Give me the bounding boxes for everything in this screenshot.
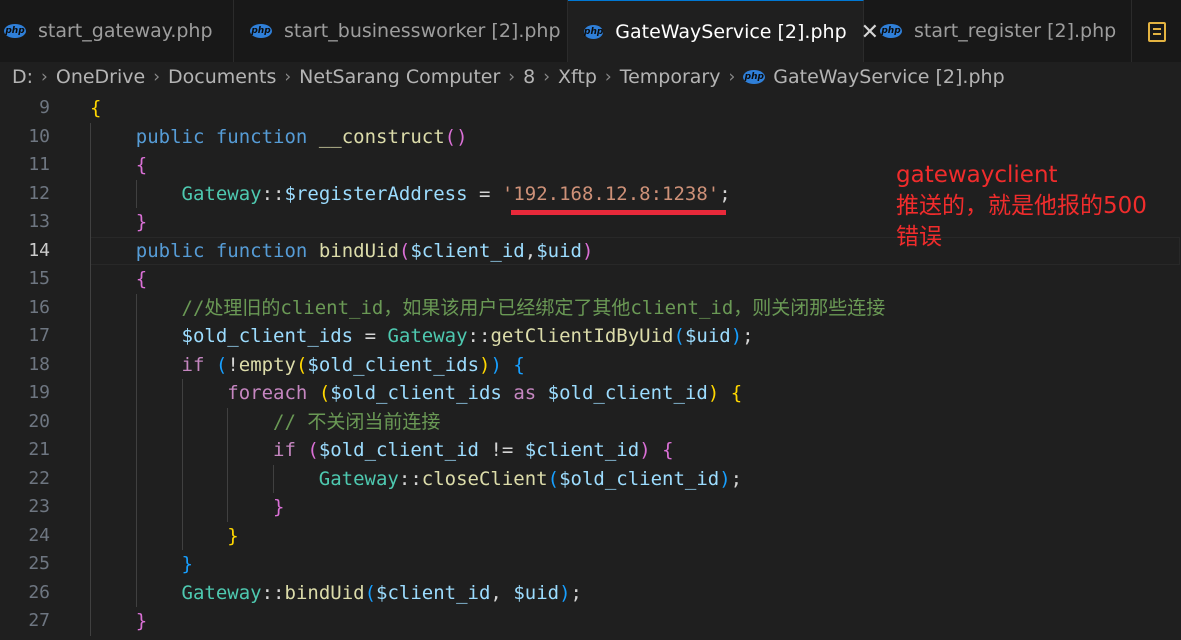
code-text: } <box>181 553 193 575</box>
line-number: 27 <box>28 610 50 631</box>
code-text: { <box>90 97 102 119</box>
code-text: $old_client_ids = Gateway::getClientIdBy… <box>181 325 754 347</box>
code-line[interactable]: 16 //处理旧的client_id，如果该用户已经绑定了其他client_id… <box>0 294 1181 322</box>
breadcrumb-item-onedrive[interactable]: OneDrive <box>56 66 145 88</box>
line-number: 17 <box>28 325 50 346</box>
code-text: if (!empty($old_client_ids)) { <box>181 353 525 376</box>
code-line[interactable]: 17 $old_client_ids = Gateway::getClientI… <box>0 322 1181 350</box>
breadcrumb-item-xftp[interactable]: Xftp <box>558 66 597 88</box>
tab-gatewayservice[interactable]: php GateWayService [2].php ✕ <box>568 0 879 63</box>
breadcrumb-item-file[interactable]: GateWayService [2].php <box>773 66 1004 88</box>
indent-guide <box>273 464 275 493</box>
tab-label: GateWayService [2].php <box>615 21 847 43</box>
code-line[interactable]: 20 // 不关闭当前连接 <box>0 408 1181 436</box>
line-number: 18 <box>28 353 50 375</box>
notes-icon[interactable] <box>1148 22 1166 42</box>
annotation-line-3: 错误 <box>896 224 942 250</box>
indent-guide <box>181 379 183 550</box>
line-number: 12 <box>28 182 50 204</box>
indent-guide <box>135 179 137 208</box>
code-text: foreach ($old_client_ids as $old_client_… <box>227 382 743 404</box>
php-icon: php <box>584 25 604 39</box>
breadcrumb-item-temporary[interactable]: Temporary <box>620 66 721 88</box>
chevron-right-icon: › <box>284 67 292 87</box>
php-icon: php <box>250 24 272 38</box>
indent-guide <box>135 293 137 607</box>
code-line[interactable]: 18 if (!empty($old_client_ids)) { <box>0 351 1181 379</box>
chevron-right-icon: › <box>728 67 736 87</box>
code-text: // 不关闭当前连接 <box>273 410 441 433</box>
line-number: 14 <box>28 239 50 261</box>
breadcrumb-item-drive[interactable]: D: <box>12 66 33 88</box>
tab-start-businessworker[interactable]: php start_businessworker [2].php <box>234 0 568 62</box>
red-underline-annotation <box>511 210 726 215</box>
tab-label: start_gateway.php <box>38 20 213 42</box>
breadcrumb-item-documents[interactable]: Documents <box>168 66 276 88</box>
line-number: 11 <box>28 154 50 175</box>
line-number: 10 <box>28 125 50 147</box>
chevron-right-icon: › <box>543 67 550 87</box>
tab-bar: php start_gateway.php php start_business… <box>0 0 1181 63</box>
annotation-line-1: gatewayclient <box>896 162 1058 188</box>
code-text: Gateway::closeClient($old_client_id); <box>318 467 743 490</box>
line-number: 16 <box>28 296 50 318</box>
php-icon: php <box>4 24 26 38</box>
code-text: } <box>135 211 148 233</box>
line-number: 20 <box>28 410 50 432</box>
code-text: public function __construct() <box>135 125 468 148</box>
line-number: 24 <box>28 524 50 546</box>
code-text: //处理旧的client_id，如果该用户已经绑定了其他client_id，则关… <box>181 296 886 319</box>
tab-start-register[interactable]: php start_register [2].php <box>864 0 1132 62</box>
code-text: public function bindUid($client_id,$uid) <box>135 239 594 262</box>
code-text: { <box>135 154 148 176</box>
line-number: 15 <box>28 268 50 289</box>
annotation-note: gatewayclient 推送的，就是他报的500 错误 <box>896 160 1171 253</box>
tab-start-gateway[interactable]: php start_gateway.php <box>0 0 234 62</box>
php-icon: php <box>880 24 902 38</box>
breadcrumb: D: › OneDrive › Documents › NetSarang Co… <box>0 62 1181 92</box>
code-line[interactable]: 22 Gateway::closeClient($old_client_id); <box>0 465 1181 493</box>
code-line[interactable]: 21 if ($old_client_id != $client_id) { <box>0 436 1181 464</box>
vscode-window: php start_gateway.php php start_business… <box>0 0 1181 640</box>
code-text: { <box>135 268 148 290</box>
line-number: 13 <box>28 211 50 232</box>
breadcrumb-item-8[interactable]: 8 <box>523 66 535 88</box>
code-line[interactable]: 23 } <box>0 493 1181 521</box>
line-number: 19 <box>28 382 50 403</box>
chevron-right-icon: › <box>153 67 161 87</box>
code-line[interactable]: 25 } <box>0 550 1181 578</box>
line-number: 25 <box>28 553 50 574</box>
chevron-right-icon: › <box>41 67 48 87</box>
code-line[interactable]: 24 } <box>0 522 1181 550</box>
code-line[interactable]: 27 } <box>0 607 1181 635</box>
code-line[interactable]: 26 Gateway::bindUid($client_id, $uid); <box>0 579 1181 607</box>
code-text: } <box>273 496 285 518</box>
indent-guide <box>90 122 91 636</box>
chevron-right-icon: › <box>508 67 516 87</box>
line-number: 9 <box>39 97 50 118</box>
code-text: } <box>227 524 239 547</box>
code-text: if ($old_client_id != $client_id) { <box>273 439 674 461</box>
line-number: 22 <box>28 467 50 489</box>
code-line[interactable]: 15 { <box>0 265 1181 293</box>
code-line[interactable]: 10 public function __construct() <box>0 123 1181 151</box>
code-text: Gateway::bindUid($client_id, $uid); <box>181 581 582 604</box>
line-number: 21 <box>28 439 50 460</box>
code-text: Gateway::$registerAddress = '192.168.12.… <box>181 182 731 205</box>
line-number: 23 <box>28 496 50 517</box>
breadcrumb-item-netsarang[interactable]: NetSarang Computer <box>299 66 500 88</box>
php-icon: php <box>743 70 766 84</box>
code-line[interactable]: 19 foreach ($old_client_ids as $old_clie… <box>0 379 1181 407</box>
tab-label: start_businessworker [2].php <box>284 20 561 42</box>
indent-guide <box>227 407 229 522</box>
annotation-line-2: 推送的，就是他报的500 <box>896 193 1147 219</box>
tab-label: start_register [2].php <box>914 20 1117 42</box>
code-text: } <box>135 610 148 632</box>
code-line[interactable]: 9{ <box>0 94 1181 122</box>
chevron-right-icon: › <box>604 67 612 87</box>
line-number: 26 <box>28 581 50 603</box>
